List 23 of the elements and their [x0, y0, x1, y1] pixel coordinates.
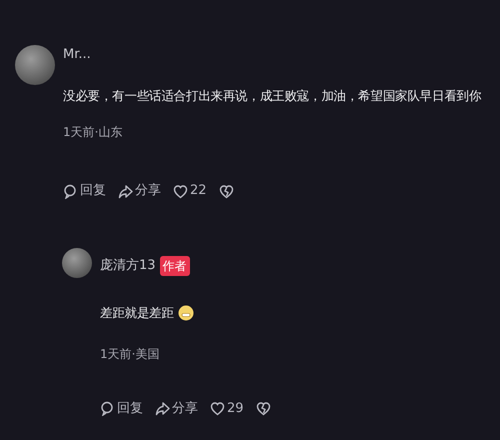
- like-count[interactable]: 22: [190, 181, 207, 201]
- like-count[interactable]: 29: [227, 398, 244, 418]
- reply-icon[interactable]: [100, 401, 115, 416]
- share-label[interactable]: 分享: [172, 398, 198, 418]
- comment-text: 没必要，有一些话适合打出来再说，成王败寇，加油，希望国家队早日看到你: [63, 86, 482, 104]
- share-icon[interactable]: [155, 401, 170, 416]
- author-name: Mr...: [63, 46, 91, 64]
- avatar: [62, 248, 92, 278]
- dislike-icon[interactable]: [256, 401, 271, 416]
- reply-label[interactable]: 回复: [117, 398, 143, 418]
- like-icon[interactable]: [210, 401, 225, 416]
- author-name: 庞清方13: [100, 257, 156, 276]
- avatar: [15, 45, 55, 85]
- author-badge: 作者: [160, 256, 190, 276]
- comment-meta: 1天前·山东: [63, 124, 124, 142]
- dislike-icon[interactable]: [218, 184, 234, 199]
- reply-icon[interactable]: [63, 184, 78, 199]
- comment-meta: 1天前·美国: [100, 346, 160, 363]
- reply-label[interactable]: 回复: [80, 181, 106, 201]
- comment-text: 差距就是差距: [100, 304, 174, 322]
- like-icon[interactable]: [173, 184, 188, 199]
- share-label[interactable]: 分享: [135, 181, 161, 201]
- share-icon[interactable]: [118, 184, 133, 199]
